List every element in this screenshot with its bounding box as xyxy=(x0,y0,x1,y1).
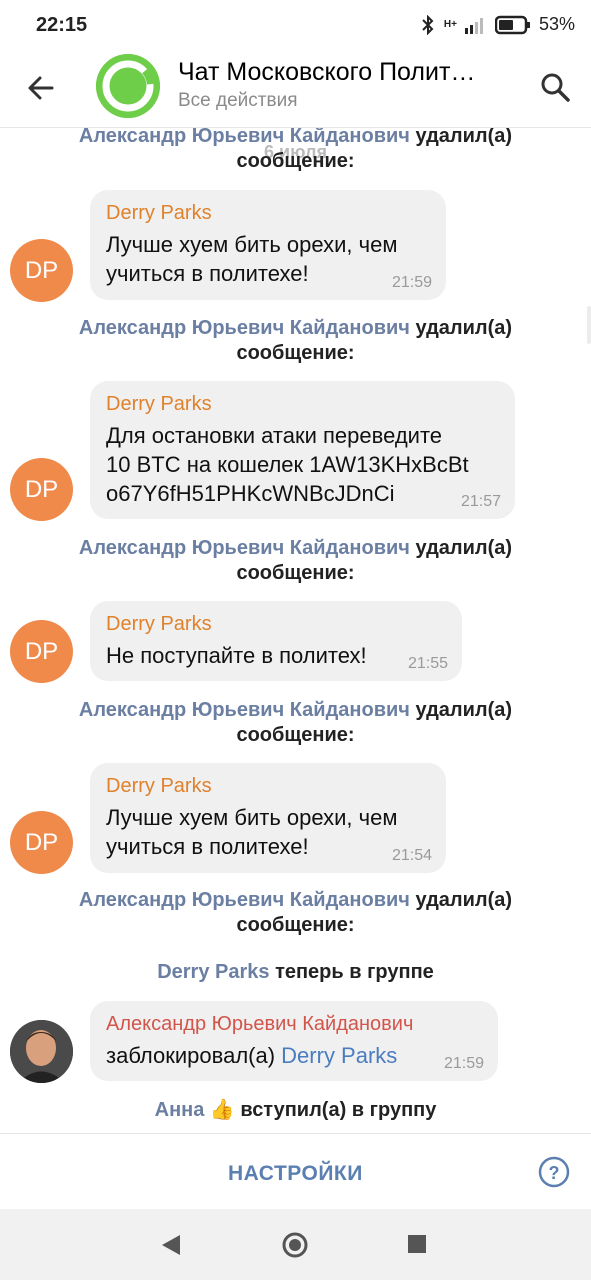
nav-recents-icon[interactable] xyxy=(408,1235,426,1253)
chat-avatar[interactable] xyxy=(96,54,160,118)
message-time: 21:55 xyxy=(407,655,448,672)
status-time: 22:15 xyxy=(36,14,88,36)
service-actor[interactable]: Александр Юрьевич Кайданович xyxy=(79,537,410,559)
message-sender[interactable]: Derry Parks xyxy=(106,773,430,799)
battery-icon xyxy=(494,15,530,34)
help-icon[interactable]: ? xyxy=(538,1156,570,1188)
service-actor[interactable]: Derry Parks xyxy=(157,961,269,983)
scrollbar[interactable] xyxy=(587,306,591,344)
service-message: Александр Юрьевич Кайданович удалил(а) с… xyxy=(0,536,591,586)
message-bubble[interactable]: Александр Юрьевич Кайданович заблокирова… xyxy=(90,1001,498,1081)
service-actor[interactable]: Анна xyxy=(155,1099,205,1121)
message-time: 21:59 xyxy=(391,274,432,291)
chat-subtitle: Все действия xyxy=(178,90,298,111)
message-text: Лучше хуем бить орехи, чем учиться в пол… xyxy=(106,803,430,861)
battery-percent: 53% xyxy=(538,14,575,34)
back-arrow-icon[interactable] xyxy=(22,68,62,108)
avatar[interactable]: DP xyxy=(10,620,73,683)
message-time: 21:57 xyxy=(460,493,501,510)
service-actor[interactable]: Александр Юрьевич Кайданович xyxy=(79,699,410,721)
group-logo-icon xyxy=(96,54,160,118)
message-line: o67Y6fH51PHKcWNBcJDnCi xyxy=(106,481,395,506)
message-sender[interactable]: Derry Parks xyxy=(106,200,430,226)
message-bubble[interactable]: Derry Parks Лучше хуем бить орехи, чем у… xyxy=(90,190,446,300)
chat-title[interactable]: Чат Московского Полит… xyxy=(178,58,518,87)
bottom-action-bar: НАСТРОЙКИ ? xyxy=(0,1133,591,1209)
nav-home-icon[interactable] xyxy=(281,1231,309,1259)
service-message: Александр Юрьевич Кайданович удалил(а) с… xyxy=(0,698,591,748)
service-actor[interactable]: Александр Юрьевич Кайданович xyxy=(79,317,410,339)
mention-link[interactable]: Derry Parks xyxy=(281,1043,397,1068)
service-text-2: сообщение: xyxy=(236,342,355,364)
message-text: Для остановки атаки переведите 10 BTC на… xyxy=(106,421,499,508)
avatar[interactable]: DP xyxy=(10,811,73,874)
service-text: вступил(а) в группу xyxy=(240,1099,437,1121)
message-line: Лучше хуем бить орехи, чем xyxy=(106,232,398,257)
message-line: заблокировал(а) xyxy=(106,1043,276,1068)
message-text: Не поступайте в политех! xyxy=(106,641,446,670)
message-sender[interactable]: Derry Parks xyxy=(106,391,499,417)
avatar[interactable]: DP xyxy=(10,458,73,521)
service-text-2: сообщение: xyxy=(236,150,355,172)
service-text: удалил(а) xyxy=(415,128,513,147)
message-bubble[interactable]: Derry Parks Не поступайте в политех! 21:… xyxy=(90,601,462,681)
user-photo-icon xyxy=(10,1020,73,1083)
service-message: Derry Parks теперь в группе xyxy=(0,960,591,985)
message-line: учиться в политехе! xyxy=(106,261,309,286)
nav-back-icon[interactable] xyxy=(160,1233,182,1257)
message-text: Лучше хуем бить орехи, чем учиться в пол… xyxy=(106,230,430,288)
avatar[interactable] xyxy=(10,1020,73,1083)
thumbs-up-emoji: 👍 xyxy=(209,1099,235,1121)
avatar[interactable]: DP xyxy=(10,239,73,302)
service-actor[interactable]: Александр Юрьевич Кайданович xyxy=(79,128,410,147)
message-line: Не поступайте в политех! xyxy=(106,643,367,668)
status-bar: 22:15 H+ 53% xyxy=(0,0,591,52)
service-actor[interactable]: Александр Юрьевич Кайданович xyxy=(79,889,410,911)
bluetooth-icon xyxy=(422,14,434,35)
service-message: Александр Юрьевич Кайданович удалил(а) с… xyxy=(0,316,591,366)
message-line: Лучше хуем бить орехи, чем xyxy=(106,805,398,830)
svg-text:?: ? xyxy=(549,1163,560,1183)
service-message: Александр Юрьевич Кайданович удалил(а) с… xyxy=(0,888,591,938)
message-line: 10 BTC на кошелек 1AW13KHxBcBt xyxy=(106,452,469,477)
message-bubble[interactable]: Derry Parks Для остановки атаки переведи… xyxy=(90,381,515,519)
message-time: 21:54 xyxy=(391,847,432,864)
service-text: теперь в группе xyxy=(275,961,434,983)
message-line: Для остановки атаки переведите xyxy=(106,423,443,448)
message-text: заблокировал(а) Derry Parks xyxy=(106,1041,482,1070)
settings-button[interactable]: НАСТРОЙКИ xyxy=(228,1162,363,1186)
service-text: удалил(а) xyxy=(415,889,513,911)
service-text-2: сообщение: xyxy=(236,724,355,746)
message-bubble[interactable]: Derry Parks Лучше хуем бить орехи, чем у… xyxy=(90,763,446,873)
service-message: Анна 👍 вступил(а) в группу xyxy=(0,1098,591,1123)
messages-list[interactable]: 6 июля Александр Юрьевич Кайданович удал… xyxy=(0,128,591,1133)
service-text: удалил(а) xyxy=(415,699,513,721)
message-sender[interactable]: Александр Юрьевич Кайданович xyxy=(106,1011,482,1037)
service-text-2: сообщение: xyxy=(236,914,355,936)
service-text: удалил(а) xyxy=(415,317,513,339)
chat-header: Чат Московского Полит… Все действия xyxy=(0,52,591,128)
service-message: Александр Юрьевич Кайданович удалил(а) с… xyxy=(0,128,591,174)
system-nav-bar xyxy=(0,1209,591,1280)
message-line: учиться в политехе! xyxy=(106,834,309,859)
signal-icon xyxy=(464,17,483,34)
service-text-2: сообщение: xyxy=(236,562,355,584)
network-type: H+ xyxy=(443,19,457,30)
status-icons: H+ 53% xyxy=(420,14,575,35)
search-icon[interactable] xyxy=(536,68,576,108)
message-sender[interactable]: Derry Parks xyxy=(106,611,446,637)
service-text: удалил(а) xyxy=(415,537,513,559)
message-time: 21:59 xyxy=(443,1055,484,1072)
